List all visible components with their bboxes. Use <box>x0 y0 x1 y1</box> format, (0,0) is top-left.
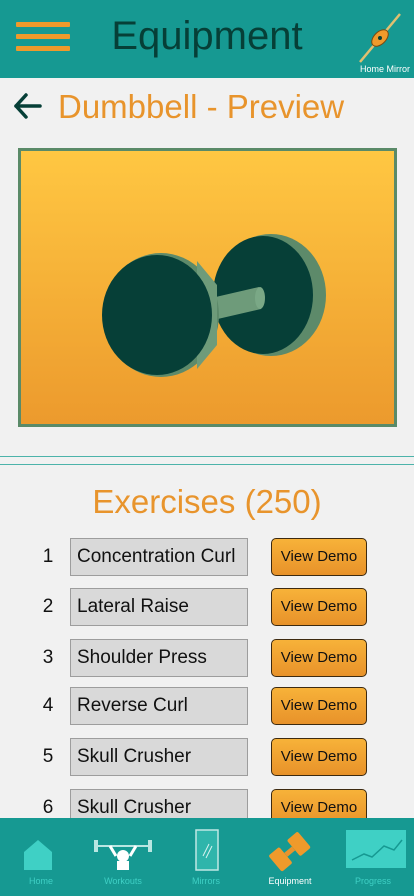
view-demo-button[interactable]: View Demo <box>271 789 367 818</box>
bottom-tab-bar: Home Workouts Mirrors Equipment Progress <box>0 818 414 896</box>
view-demo-button[interactable]: View Demo <box>271 687 367 725</box>
tab-label: Mirrors <box>192 876 220 886</box>
exercise-number: 2 <box>42 596 54 617</box>
exercise-name: Lateral Raise <box>70 588 248 626</box>
tab-label: Progress <box>354 876 391 886</box>
list-item: 6 Skull Crusher View Demo <box>0 789 414 818</box>
home-mirror-button[interactable]: Home Mirror <box>346 4 410 76</box>
list-item: 3 Shoulder Press View Demo <box>0 639 414 679</box>
exercise-name: Concentration Curl <box>70 538 248 576</box>
progress-chart-icon <box>346 830 406 868</box>
home-mirror-icon <box>359 13 401 63</box>
exercise-name: Skull Crusher <box>70 738 248 776</box>
tab-mirrors[interactable]: Mirrors <box>165 818 247 896</box>
list-item: 4 Reverse Curl View Demo <box>0 687 414 727</box>
section-divider <box>0 464 414 465</box>
tab-label: Home <box>28 876 53 886</box>
exercise-number: 6 <box>42 797 54 818</box>
exercise-number: 3 <box>42 647 54 668</box>
mirror-icon <box>195 829 219 871</box>
exercise-number: 4 <box>42 695 54 716</box>
tab-label: Equipment <box>268 876 312 886</box>
home-mirror-label: Home Mirror <box>359 64 410 74</box>
exercise-name: Reverse Curl <box>70 687 248 725</box>
section-divider <box>0 456 414 457</box>
exercise-number: 5 <box>42 746 54 767</box>
tab-home[interactable]: Home <box>0 818 82 896</box>
dumbbell-preview-image <box>18 148 397 427</box>
tab-workouts[interactable]: Workouts <box>82 818 164 896</box>
tab-progress[interactable]: Progress <box>332 818 414 896</box>
exercise-list[interactable]: 1 Concentration Curl View Demo 2 Lateral… <box>0 536 414 818</box>
exercise-name: Shoulder Press <box>70 639 248 677</box>
dumbbell-icon <box>269 832 311 872</box>
list-item: 5 Skull Crusher View Demo <box>0 738 414 778</box>
dumbbell-illustration <box>102 234 326 377</box>
back-arrow-icon[interactable] <box>12 90 44 122</box>
workouts-icon <box>94 840 152 870</box>
view-demo-button[interactable]: View Demo <box>271 738 367 776</box>
app-header: Equipment Home Mirror <box>0 0 414 78</box>
view-demo-button[interactable]: View Demo <box>271 538 367 576</box>
view-demo-button[interactable]: View Demo <box>271 588 367 626</box>
list-item: 1 Concentration Curl View Demo <box>0 538 414 578</box>
tab-equipment[interactable]: Equipment <box>249 818 331 896</box>
preview-heading: Dumbbell - Preview <box>58 88 345 125</box>
home-icon <box>24 840 52 870</box>
tab-label: Workouts <box>104 876 142 886</box>
exercises-heading: Exercises (250) <box>92 483 322 520</box>
exercise-name: Skull Crusher <box>70 789 248 818</box>
list-item: 2 Lateral Raise View Demo <box>0 588 414 628</box>
exercise-number: 1 <box>42 546 54 567</box>
view-demo-button[interactable]: View Demo <box>271 639 367 677</box>
